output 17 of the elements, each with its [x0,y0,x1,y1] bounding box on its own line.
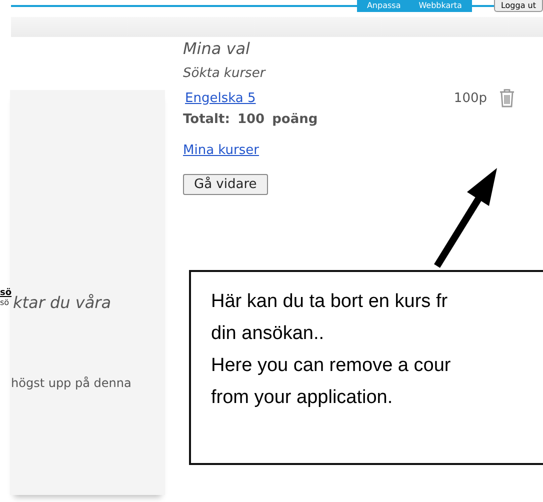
callout-text: from your application. [211,386,394,410]
callout-text: Här kan du ta bort en kurs fr [211,290,449,314]
panel-text: högst upp på denna [11,376,132,390]
panel-text: ktar du våra [13,293,112,312]
callout-text: din ansökan.. [211,322,326,346]
course-points: 100p [454,90,487,106]
callout-text: Here you can remove a cour [211,354,452,378]
text: sö [0,298,10,307]
total-points: Totalt: 100 poäng [183,112,318,127]
section-title: Mina val [183,39,250,58]
link[interactable]: sö [0,288,12,298]
section-subtitle: Sökta kurser [183,66,266,81]
logout-button[interactable]: Logga ut [494,0,543,12]
trash-icon[interactable] [499,88,515,108]
continue-button[interactable]: Gå vidare [183,174,268,195]
course-link[interactable]: Engelska 5 [185,90,256,106]
my-courses-link[interactable]: Mina kurser [183,143,259,158]
